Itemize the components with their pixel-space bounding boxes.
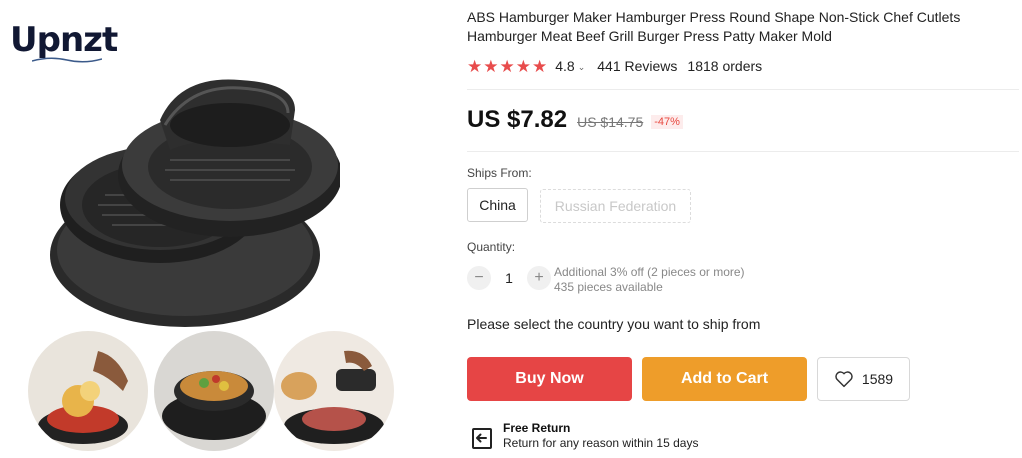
- quantity-increase-button[interactable]: +: [527, 266, 551, 290]
- divider: [467, 151, 1019, 152]
- rating-value[interactable]: 4.8: [555, 58, 574, 74]
- product-gallery: Upnzt: [0, 0, 430, 458]
- main-product-image[interactable]: [40, 55, 340, 335]
- free-return-title: Free Return: [503, 421, 571, 435]
- product-info: ABS Hamburger Maker Hamburger Press Roun…: [467, 0, 1022, 458]
- original-price: US $14.75: [577, 114, 644, 130]
- brand-logo: Upnzt: [10, 20, 118, 60]
- rating-stars: ★ ★ ★ ★ ★: [467, 58, 547, 75]
- discount-badge: -47%: [651, 115, 683, 129]
- heart-icon: [835, 371, 853, 388]
- wishlist-count: 1589: [861, 371, 894, 387]
- star-icon: ★: [467, 56, 483, 76]
- quantity-label: Quantity:: [467, 240, 516, 254]
- chevron-down-icon[interactable]: ⌄: [578, 62, 586, 73]
- ship-option-russian-federation[interactable]: Russian Federation: [540, 189, 691, 223]
- ship-country-notice: Please select the country you want to sh…: [467, 316, 761, 332]
- price-row: US $7.82 US $14.75 -47%: [467, 106, 683, 134]
- reviews-link[interactable]: 441 Reviews: [597, 58, 677, 74]
- stock-available-text: 435 pieces available: [554, 280, 663, 294]
- star-icon: ★: [499, 56, 515, 76]
- current-price: US $7.82: [467, 106, 568, 133]
- thumbnail-2[interactable]: [154, 331, 274, 451]
- star-icon: ★: [515, 56, 531, 76]
- bulk-discount-text: Additional 3% off (2 pieces or more): [554, 265, 745, 279]
- wishlist-button[interactable]: 1589: [817, 357, 910, 401]
- thumbnail-3[interactable]: [274, 331, 394, 451]
- return-icon: [472, 428, 492, 449]
- ships-from-label: Ships From:: [467, 166, 532, 180]
- buy-now-button[interactable]: Buy Now: [467, 357, 632, 401]
- quantity-decrease-button[interactable]: −: [467, 266, 491, 290]
- add-to-cart-button[interactable]: Add to Cart: [642, 357, 807, 401]
- free-return-subtitle: Return for any reason within 15 days: [503, 436, 699, 450]
- quantity-stepper: − 1 +: [467, 266, 551, 290]
- quantity-value[interactable]: 1: [491, 270, 527, 286]
- thumbnail-strip: [28, 331, 398, 451]
- free-return-info: Free Return Return for any reason within…: [469, 421, 698, 451]
- product-title: ABS Hamburger Maker Hamburger Press Roun…: [467, 9, 961, 44]
- star-icon: ★: [483, 56, 499, 76]
- star-icon: ★: [532, 56, 548, 76]
- divider: [467, 89, 1019, 90]
- rating-row: ★ ★ ★ ★ ★ 4.8 ⌄ 441 Reviews 1818 orders: [467, 56, 762, 76]
- quantity-info: Additional 3% off (2 pieces or more) 435…: [554, 265, 745, 295]
- orders-count: 1818 orders: [687, 58, 763, 74]
- thumbnail-1[interactable]: [28, 331, 148, 451]
- ship-option-china[interactable]: China: [467, 188, 528, 222]
